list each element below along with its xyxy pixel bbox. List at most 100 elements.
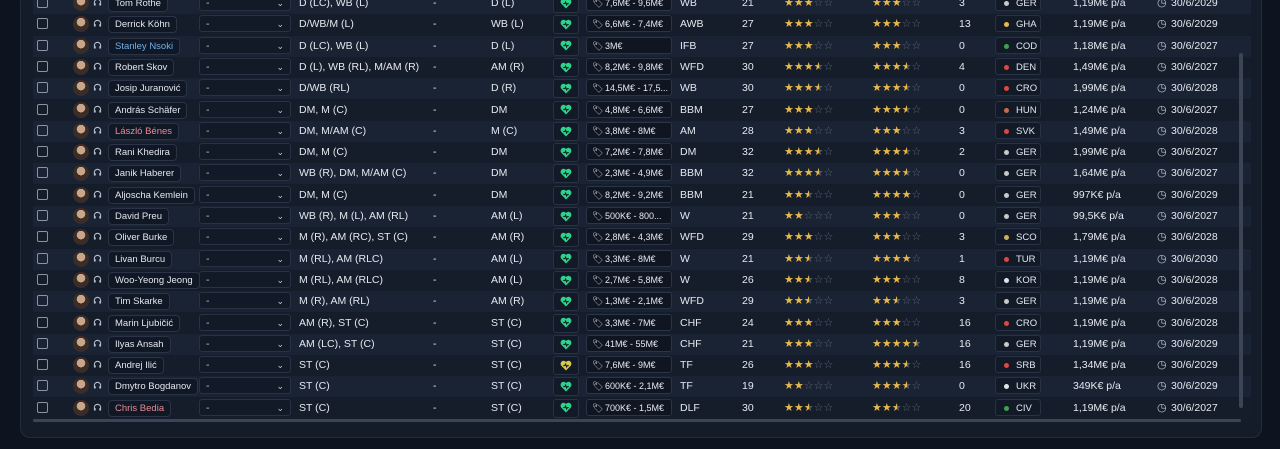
morale-badge[interactable]	[553, 398, 579, 418]
nationality-badge[interactable]: SRB	[995, 356, 1041, 374]
role-select[interactable]: - ⌄	[199, 79, 291, 97]
select-checkbox[interactable]	[37, 82, 48, 94]
player-row[interactable]: László Bénes - ⌄ DM, M/AM (C) - M (C) 🏷 3,…	[33, 120, 1251, 142]
select-checkbox[interactable]	[37, 188, 48, 200]
player-row[interactable]: Rani Khedira - ⌄ DM, M (C) - DM 🏷 7,2M€ - …	[33, 142, 1251, 164]
morale-badge[interactable]	[553, 334, 579, 354]
player-row[interactable]: Robert Skov - ⌄ D (L), WB (RL), M/AM (R) …	[33, 56, 1251, 78]
morale-badge[interactable]	[553, 36, 579, 56]
select-checkbox[interactable]	[37, 337, 48, 349]
morale-badge[interactable]	[553, 228, 579, 248]
player-row[interactable]: Tim Skarke - ⌄ M (R), AM (RL) - AM (R) 🏷 1…	[33, 291, 1251, 313]
player-name[interactable]: Ilyas Ansah	[108, 335, 171, 353]
transfer-value[interactable]: 🏷 2,7M€ - 5,8M€	[586, 270, 672, 288]
player-row[interactable]: Woo-Yeong Jeong - ⌄ M (RL), AM (RLC) - AM…	[33, 269, 1251, 291]
role-select[interactable]: - ⌄	[199, 334, 291, 352]
nationality-badge[interactable]: UKR	[995, 377, 1041, 395]
nationality-badge[interactable]: GER	[995, 207, 1041, 224]
transfer-value[interactable]: 🏷 8,2M€ - 9,8M€	[586, 57, 672, 75]
player-row[interactable]: Oliver Burke - ⌄ M (R), AM (RC), ST (C) -…	[33, 227, 1251, 249]
player-row[interactable]: Dmytro Bogdanov - ⌄ ST (C) - ST (C) 🏷 600K…	[33, 376, 1251, 398]
select-checkbox[interactable]	[37, 103, 48, 115]
player-name[interactable]: Josip Juranović	[108, 80, 188, 98]
transfer-value[interactable]: 🏷 3,8M€ - 8M€	[586, 121, 672, 139]
nationality-badge[interactable]: GER	[995, 185, 1041, 203]
role-select[interactable]: - ⌄	[199, 100, 291, 118]
role-select[interactable]: - ⌄	[199, 121, 291, 139]
player-name[interactable]: Aljoscha Kemlein	[108, 186, 195, 204]
transfer-value[interactable]: 🏷 600K€ - 2,1M€	[586, 377, 672, 395]
player-name[interactable]: Derrick Köhn	[108, 16, 177, 34]
player-name[interactable]: András Schäfer	[108, 101, 188, 119]
morale-badge[interactable]	[553, 249, 579, 269]
morale-badge[interactable]	[553, 15, 579, 35]
player-name[interactable]: László Bénes	[108, 122, 180, 140]
role-select[interactable]: - ⌄	[199, 15, 291, 33]
transfer-value[interactable]: 🏷 8,2M€ - 9,2M€	[586, 185, 672, 203]
role-select[interactable]: - ⌄	[199, 185, 291, 203]
role-select[interactable]: - ⌄	[199, 313, 291, 331]
transfer-value[interactable]: 🏷 4,8M€ - 6,6M€	[586, 100, 672, 118]
morale-badge[interactable]	[553, 207, 579, 226]
select-checkbox[interactable]	[37, 60, 48, 72]
morale-badge[interactable]	[553, 57, 579, 77]
player-row[interactable]: Aljoscha Kemlein - ⌄ DM, M (C) - DM 🏷 8,2M…	[33, 184, 1251, 206]
player-row[interactable]: András Schäfer - ⌄ DM, M (C) - DM 🏷 4,8M€ …	[33, 99, 1251, 121]
transfer-value[interactable]: 🏷 3,3M€ - 7M€	[586, 313, 672, 331]
player-row[interactable]: Tom Rothe - ⌄ D (LC), WB (L) - D (L) 🏷 7,6…	[33, 0, 1251, 14]
select-checkbox[interactable]	[37, 39, 48, 51]
morale-badge[interactable]	[553, 79, 579, 99]
player-name[interactable]: Marin Ljubičić	[108, 314, 181, 332]
role-select[interactable]: - ⌄	[199, 292, 291, 310]
nationality-badge[interactable]: HUN	[995, 100, 1041, 118]
morale-badge[interactable]	[553, 377, 579, 397]
player-row[interactable]: Josip Juranović - ⌄ D/WB (RL) - D (R) 🏷 14…	[33, 78, 1251, 100]
nationality-badge[interactable]: COD	[995, 36, 1041, 54]
role-select[interactable]: - ⌄	[199, 377, 291, 395]
transfer-value[interactable]: 🏷 500K€ - 800...	[586, 207, 672, 224]
select-checkbox[interactable]	[37, 167, 48, 179]
transfer-value[interactable]: 🏷 7,6M€ - 9,6M€	[586, 0, 672, 11]
select-checkbox[interactable]	[37, 124, 48, 136]
morale-badge[interactable]	[553, 292, 579, 312]
player-name[interactable]: Janik Haberer	[108, 165, 182, 183]
role-select[interactable]: - ⌄	[199, 36, 291, 54]
player-row[interactable]: Janik Haberer - ⌄ WB (R), DM, M/AM (C) - …	[33, 163, 1251, 185]
nationality-badge[interactable]: KOR	[995, 270, 1041, 288]
nationality-badge[interactable]: GER	[995, 292, 1041, 310]
horizontal-scrollbar[interactable]	[33, 419, 1241, 422]
transfer-value[interactable]: 🏷 41M€ - 55M€	[586, 334, 672, 352]
role-select[interactable]: - ⌄	[199, 207, 291, 224]
vertical-scrollbar[interactable]	[1239, 53, 1243, 408]
player-row[interactable]: David Preu - ⌄ WB (R), M (L), AM (RL) - A…	[33, 206, 1251, 227]
player-row[interactable]: Marin Ljubičić - ⌄ AM (R), ST (C) - ST (C…	[33, 312, 1251, 334]
player-name[interactable]: Woo-Yeong Jeong	[108, 271, 200, 289]
nationality-badge[interactable]: SCO	[995, 228, 1041, 246]
morale-badge[interactable]	[553, 0, 579, 13]
role-select[interactable]: - ⌄	[199, 270, 291, 288]
transfer-value[interactable]: 🏷 7,2M€ - 7,8M€	[586, 143, 672, 161]
select-checkbox[interactable]	[37, 231, 48, 243]
transfer-value[interactable]: 🏷 2,8M€ - 4,3M€	[586, 228, 672, 246]
role-select[interactable]: - ⌄	[199, 398, 291, 416]
nationality-badge[interactable]: CRO	[995, 79, 1041, 97]
role-select[interactable]: - ⌄	[199, 249, 291, 267]
player-name[interactable]: Robert Skov	[108, 58, 175, 76]
nationality-badge[interactable]: SVK	[995, 121, 1041, 139]
select-checkbox[interactable]	[37, 252, 48, 264]
morale-badge[interactable]	[553, 185, 579, 205]
transfer-value[interactable]: 🏷 14,5M€ - 17,5...	[586, 79, 672, 97]
select-checkbox[interactable]	[37, 295, 48, 307]
player-name[interactable]: David Preu	[108, 208, 169, 225]
morale-badge[interactable]	[553, 143, 579, 163]
transfer-value[interactable]: 🏷 700K€ - 1,5M€	[586, 398, 672, 416]
player-name[interactable]: Livan Burcu	[108, 250, 173, 268]
nationality-badge[interactable]: GER	[995, 164, 1041, 182]
nationality-badge[interactable]: GER	[995, 143, 1041, 161]
player-name[interactable]: Rani Khedira	[108, 144, 177, 162]
player-row[interactable]: Stanley Nsoki - ⌄ D (LC), WB (L) - D (L) …	[33, 35, 1251, 57]
select-checkbox[interactable]	[37, 146, 48, 158]
nationality-badge[interactable]: GHA	[995, 15, 1041, 33]
role-select[interactable]: - ⌄	[199, 143, 291, 161]
select-checkbox[interactable]	[37, 316, 48, 328]
